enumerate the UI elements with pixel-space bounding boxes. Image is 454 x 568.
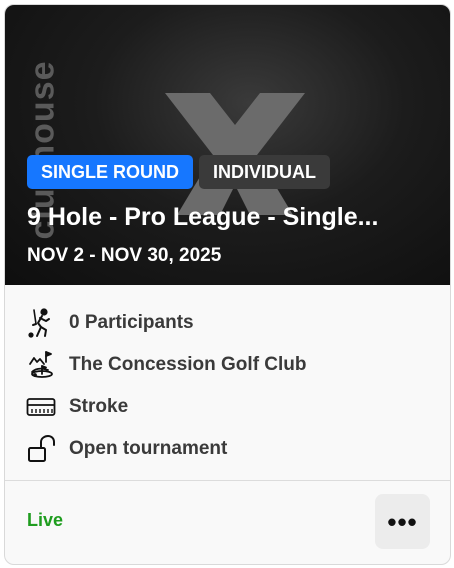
detail-participants: 0 Participants	[25, 305, 194, 341]
brand-x-logo	[165, 93, 305, 215]
detail-course: The Concession Golf Club	[25, 347, 307, 383]
detail-scoring: Stroke	[25, 389, 128, 425]
status-label: Live	[27, 510, 64, 530]
tournament-dates: NOV 2 - NOV 30, 2025	[27, 245, 222, 266]
detail-access-text: Open tournament	[69, 438, 228, 459]
more-options-button[interactable]: •••	[375, 494, 430, 549]
tournament-hero-image: clubhouse SINGLE ROUND INDIVIDUAL 9 Hole…	[5, 5, 450, 285]
golf-course-icon	[25, 349, 57, 381]
scorecard-icon	[25, 391, 57, 423]
tournament-title[interactable]: 9 Hole - Pro League - Single...	[27, 203, 427, 232]
detail-participants-text: 0 Participants	[69, 312, 194, 333]
detail-access: Open tournament	[25, 431, 227, 467]
detail-scoring-text: Stroke	[69, 396, 129, 417]
badge-group: SINGLE ROUND INDIVIDUAL	[27, 155, 331, 189]
badge-type: INDIVIDUAL	[199, 155, 331, 189]
footer-divider	[5, 480, 450, 481]
unlock-icon	[25, 433, 57, 465]
detail-course-text: The Concession Golf Club	[69, 354, 307, 375]
badge-format: SINGLE ROUND	[27, 155, 194, 189]
golfer-icon	[25, 307, 57, 339]
tournament-card[interactable]: clubhouse SINGLE ROUND INDIVIDUAL 9 Hole…	[4, 4, 451, 565]
